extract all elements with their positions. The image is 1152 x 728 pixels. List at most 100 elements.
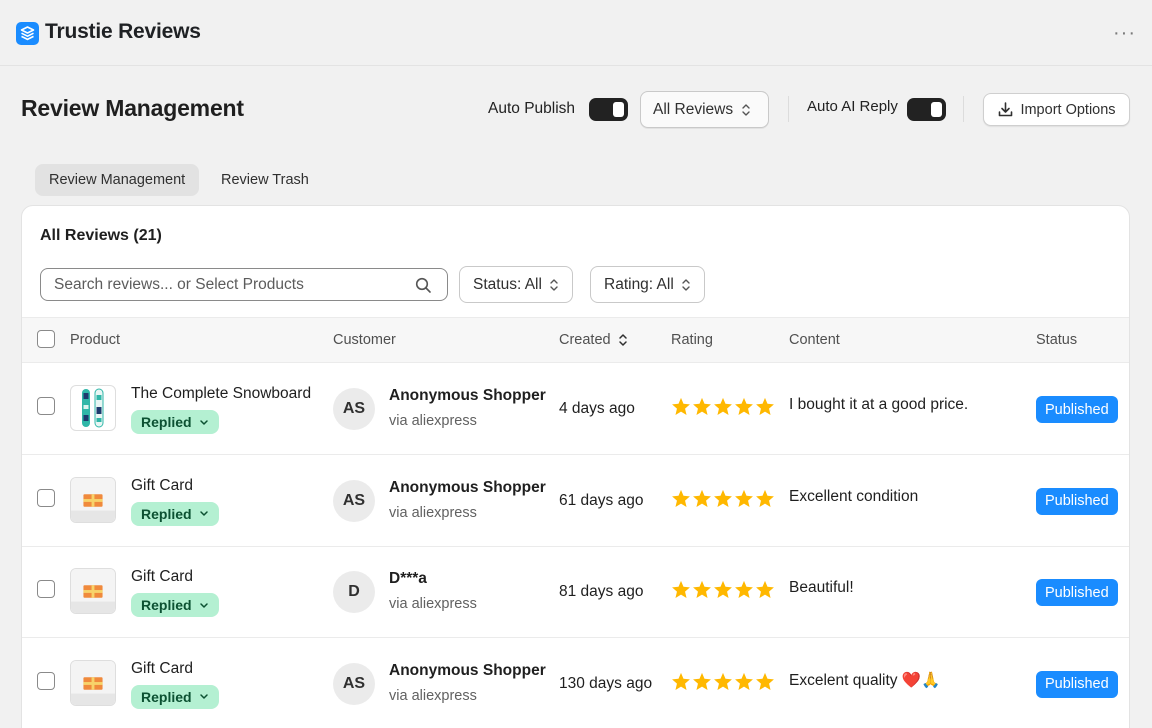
chevron-down-icon bbox=[199, 602, 208, 608]
avatar: AS bbox=[333, 662, 375, 705]
row-checkbox[interactable] bbox=[37, 580, 55, 598]
table-row[interactable]: Gift Card Replied AS Anonymous Shopper via a… bbox=[22, 638, 1129, 728]
product-name[interactable]: Gift Card bbox=[131, 660, 193, 678]
replied-badge[interactable]: Replied bbox=[131, 501, 219, 526]
star-icon bbox=[693, 397, 711, 416]
more-options-icon[interactable]: ··· bbox=[1113, 22, 1136, 45]
star-icon bbox=[693, 672, 711, 690]
replied-badge[interactable]: Replied bbox=[131, 593, 219, 617]
app-bar: Trustie Reviews ··· bbox=[0, 0, 1152, 66]
avatar: D bbox=[333, 571, 375, 613]
auto-ai-reply-label: Auto AI Reply bbox=[807, 98, 898, 115]
table-header: Product Customer Created Rating Content … bbox=[22, 317, 1129, 363]
status-filter-label: Status: All bbox=[473, 275, 542, 293]
import-options-button[interactable]: Import Options bbox=[983, 93, 1130, 126]
select-chevron-icon bbox=[550, 278, 558, 291]
replied-badge[interactable]: Replied bbox=[131, 410, 219, 434]
review-content[interactable]: Beautiful! bbox=[789, 579, 854, 597]
status-filter-button[interactable]: Status: All bbox=[459, 266, 573, 303]
created-date: 4 days ago bbox=[559, 400, 635, 417]
customer-source: via aliexpress bbox=[389, 413, 477, 429]
column-header-created[interactable]: Created bbox=[559, 332, 628, 348]
customer-name: Anonymous Shopper bbox=[389, 661, 546, 679]
review-view-select[interactable]: All Reviews bbox=[640, 91, 769, 128]
review-content[interactable]: I bought it at a good price. bbox=[789, 396, 968, 414]
select-chevron-icon bbox=[682, 278, 690, 291]
created-date: 61 days ago bbox=[559, 491, 644, 509]
column-header-created-label: Created bbox=[559, 332, 611, 348]
replied-badge-label: Replied bbox=[141, 597, 192, 613]
review-view-select-label: All Reviews bbox=[653, 100, 734, 118]
star-icon bbox=[672, 672, 690, 690]
status-badge: Published bbox=[1036, 487, 1118, 515]
product-name[interactable]: The Complete Snowboard bbox=[131, 385, 311, 403]
app-title: Trustie Reviews bbox=[45, 20, 201, 43]
review-content[interactable]: Excelent quality ❤️🙏 bbox=[789, 671, 940, 690]
column-header-product: Product bbox=[70, 332, 120, 348]
rating-filter-button[interactable]: Rating: All bbox=[590, 266, 705, 303]
star-icon bbox=[756, 489, 774, 507]
sort-icon bbox=[618, 334, 627, 346]
search-field[interactable] bbox=[40, 268, 448, 301]
chevron-down-icon bbox=[199, 694, 208, 699]
table-row[interactable]: Gift Card Replied D D***a via aliexpress 81 d… bbox=[22, 546, 1129, 638]
table-row[interactable]: The Complete Snowboard Replied AS Anonymous… bbox=[22, 363, 1129, 455]
row-checkbox[interactable] bbox=[37, 671, 55, 690]
download-icon bbox=[999, 102, 1013, 117]
avatar: AS bbox=[333, 479, 375, 522]
auto-ai-reply-toggle[interactable] bbox=[907, 98, 946, 121]
import-options-label: Import Options bbox=[1020, 101, 1116, 118]
table-row[interactable]: Gift Card Replied AS Anonymous Shopper via a… bbox=[22, 455, 1129, 547]
product-name[interactable]: Gift Card bbox=[131, 477, 193, 495]
customer-name: Anonymous Shopper bbox=[389, 478, 546, 496]
tab-review-management[interactable]: Review Management bbox=[35, 164, 200, 196]
status-badge: Published bbox=[1036, 579, 1118, 606]
replied-badge[interactable]: Replied bbox=[131, 684, 219, 709]
star-icon bbox=[714, 580, 732, 599]
star-icon bbox=[735, 397, 753, 416]
search-input[interactable] bbox=[54, 275, 404, 294]
auto-publish-label: Auto Publish bbox=[488, 100, 576, 117]
avatar: AS bbox=[333, 388, 375, 430]
replied-badge-label: Replied bbox=[141, 414, 192, 430]
star-rating bbox=[671, 397, 776, 416]
star-rating bbox=[671, 489, 776, 508]
column-header-customer: Customer bbox=[333, 332, 396, 348]
select-all-checkbox[interactable] bbox=[37, 330, 55, 348]
customer-name: Anonymous Shopper bbox=[389, 387, 546, 404]
customer-source: via aliexpress bbox=[389, 504, 477, 521]
star-icon bbox=[693, 580, 711, 599]
star-icon bbox=[714, 489, 732, 507]
gift-card-thumbnail-icon bbox=[71, 660, 115, 705]
gift-card-thumbnail-icon bbox=[71, 477, 115, 522]
chevron-down-icon bbox=[199, 419, 208, 425]
app-logo-icon bbox=[16, 22, 39, 45]
status-badge: Published bbox=[1036, 670, 1118, 698]
star-icon bbox=[672, 397, 690, 416]
tab-review-trash[interactable]: Review Trash bbox=[207, 164, 323, 196]
replied-badge-label: Replied bbox=[141, 688, 192, 705]
page-title: Review Management bbox=[21, 95, 244, 121]
search-icon bbox=[415, 277, 431, 293]
star-icon bbox=[672, 580, 690, 599]
reviews-card: All Reviews (21) Status: All Rating: All… bbox=[21, 205, 1130, 728]
star-icon bbox=[714, 672, 732, 690]
star-rating bbox=[671, 672, 776, 691]
product-thumbnail bbox=[70, 385, 116, 431]
star-rating bbox=[671, 580, 776, 599]
product-thumbnail bbox=[70, 568, 116, 614]
card-title: All Reviews (21) bbox=[40, 227, 162, 244]
status-badge: Published bbox=[1036, 396, 1118, 423]
row-checkbox[interactable] bbox=[37, 488, 55, 507]
replied-badge-label: Replied bbox=[141, 505, 192, 522]
star-icon bbox=[756, 397, 774, 416]
column-header-content: Content bbox=[789, 332, 840, 348]
row-checkbox[interactable] bbox=[37, 397, 55, 415]
star-icon bbox=[735, 672, 753, 690]
product-name[interactable]: Gift Card bbox=[131, 568, 193, 586]
product-thumbnail bbox=[70, 659, 116, 706]
auto-publish-toggle[interactable] bbox=[589, 98, 628, 121]
review-content[interactable]: Excellent condition bbox=[789, 488, 918, 506]
star-icon bbox=[714, 397, 732, 416]
column-header-status: Status bbox=[1036, 332, 1078, 348]
